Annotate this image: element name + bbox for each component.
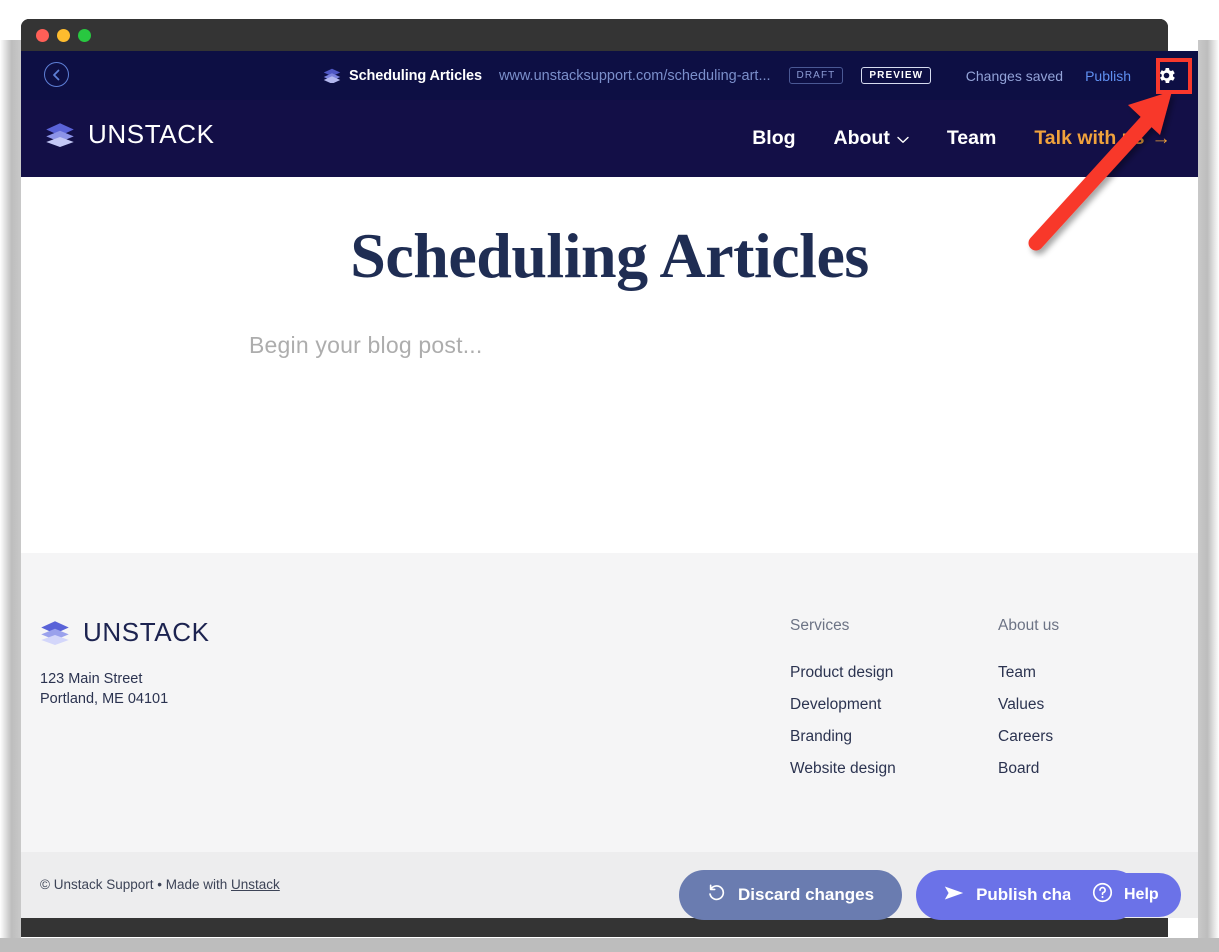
editor-toolbar: Scheduling Articles www.unstacksupport.c… <box>21 51 1198 100</box>
footer-link-values[interactable]: Values <box>998 696 1059 714</box>
toolbar-actions: Changes saved Publish <box>966 51 1181 100</box>
window-frame-right-edge <box>1198 40 1219 952</box>
footer-link-branding[interactable]: Branding <box>790 728 896 746</box>
post-body-placeholder[interactable]: Begin your blog post... <box>249 332 482 359</box>
help-button[interactable]: Help <box>1070 873 1181 917</box>
window-frame-left-edge <box>0 40 21 952</box>
draft-badge: DRAFT <box>789 67 844 84</box>
footer-address: 123 Main Street Portland, ME 04101 <box>40 669 168 709</box>
footer-column-heading: About us <box>998 617 1059 635</box>
footer-column-heading: Services <box>790 617 896 635</box>
nav-link-blog[interactable]: Blog <box>752 127 795 150</box>
post-editor-canvas: Scheduling Articles Begin your blog post… <box>21 177 1198 553</box>
footer-column-services: Services Product design Development Bran… <box>790 617 896 792</box>
stack-layers-icon <box>323 68 341 83</box>
site-footer: UNSTACK 123 Main Street Portland, ME 041… <box>21 553 1198 852</box>
back-button[interactable] <box>44 62 69 87</box>
site-logo-text: UNSTACK <box>88 119 215 150</box>
footer-link-careers[interactable]: Careers <box>998 728 1059 746</box>
address-line-1: 123 Main Street <box>40 669 168 689</box>
footer-link-board[interactable]: Board <box>998 760 1059 778</box>
document-title: Scheduling Articles <box>349 68 482 84</box>
nav-label: About <box>834 127 890 150</box>
address-line-2: Portland, ME 04101 <box>40 689 168 709</box>
discard-changes-label: Discard changes <box>738 885 874 905</box>
copyright-prefix: © Unstack Support • Made with <box>40 877 231 892</box>
post-title[interactable]: Scheduling Articles <box>21 219 1198 293</box>
document-breadcrumb[interactable]: Scheduling Articles www.unstacksupport.c… <box>323 51 931 100</box>
nav-link-team[interactable]: Team <box>947 127 997 150</box>
copyright-text: © Unstack Support • Made with Unstack <box>40 877 280 892</box>
question-circle-icon <box>1092 882 1113 908</box>
document-url[interactable]: www.unstacksupport.com/scheduling-art... <box>499 68 771 84</box>
footer-link-development[interactable]: Development <box>790 696 896 714</box>
nav-label: Team <box>947 127 997 150</box>
close-window-button[interactable] <box>36 29 49 42</box>
help-label: Help <box>1124 886 1159 904</box>
stack-layers-icon <box>40 620 70 645</box>
site-logo[interactable]: UNSTACK <box>45 119 215 150</box>
footer-link-website-design[interactable]: Website design <box>790 760 896 778</box>
arrow-right-icon: → <box>1152 127 1172 150</box>
save-status-text: Changes saved <box>966 68 1063 84</box>
window-frame-bottom-edge <box>0 938 1219 952</box>
nav-link-about[interactable]: About <box>834 127 909 150</box>
footer-logo[interactable]: UNSTACK <box>40 617 210 648</box>
footer-link-product-design[interactable]: Product design <box>790 664 896 682</box>
nav-label: Talk with us <box>1034 127 1144 150</box>
gear-icon[interactable] <box>1155 65 1177 87</box>
footer-column-about-us: About us Team Values Careers Board <box>998 617 1059 792</box>
paper-plane-icon <box>944 884 964 907</box>
nav-link-talk-with-us[interactable]: Talk with us → <box>1034 127 1171 150</box>
publish-link[interactable]: Publish <box>1085 68 1131 84</box>
footer-logo-text: UNSTACK <box>83 617 210 648</box>
window-titlebar <box>21 19 1168 51</box>
chevron-left-circle-icon <box>52 69 61 81</box>
site-header: UNSTACK Blog About Team Talk with us → <box>21 100 1198 177</box>
discard-changes-button[interactable]: Discard changes <box>679 870 902 920</box>
footer-link-team[interactable]: Team <box>998 664 1059 682</box>
chevron-down-icon <box>897 127 909 150</box>
nav-label: Blog <box>752 127 795 150</box>
maximize-window-button[interactable] <box>78 29 91 42</box>
preview-badge[interactable]: PREVIEW <box>861 67 931 84</box>
stack-layers-icon <box>45 122 75 147</box>
site-navigation: Blog About Team Talk with us → <box>752 100 1171 177</box>
made-with-unstack-link[interactable]: Unstack <box>231 877 280 892</box>
minimize-window-button[interactable] <box>57 29 70 42</box>
undo-icon <box>707 883 726 907</box>
